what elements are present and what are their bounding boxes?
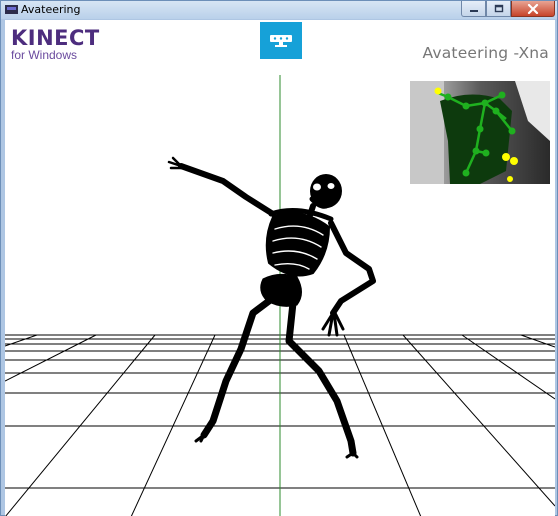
game-viewport[interactable]: KINECT for Windows Avateering -Xna (5, 20, 555, 516)
minimize-icon (469, 9, 478, 12)
skeleton-avatar (167, 156, 376, 459)
avatar-left-arm (178, 163, 276, 217)
kinect-app-icon (5, 5, 18, 14)
window-title: Avateering (21, 3, 81, 16)
depth-skeleton-overlay (410, 81, 550, 184)
title-bar[interactable]: Avateering (1, 1, 557, 19)
avatar-right-leg (285, 299, 357, 457)
window-controls (461, 1, 555, 17)
depth-camera-view (410, 81, 550, 184)
sensor-status-tile[interactable] (260, 22, 302, 59)
kinect-logo-text: KINECT (11, 26, 100, 50)
app-title: Avateering -Xna (422, 44, 549, 62)
avatar-ribcage (265, 212, 330, 277)
kinect-logo: KINECT for Windows (11, 27, 100, 61)
avatar-left-leg (200, 297, 273, 439)
app-window: Avateering KINECT for Windows Avateering… (0, 0, 558, 516)
kinect-logo-subtitle: for Windows (11, 48, 78, 62)
close-icon (527, 3, 539, 14)
maximize-button[interactable] (486, 1, 511, 17)
kinect-sensor-icon (270, 35, 292, 47)
maximize-icon (494, 4, 503, 12)
avatar-right-arm (328, 220, 376, 316)
close-button[interactable] (511, 1, 555, 17)
minimize-button[interactable] (461, 1, 486, 17)
